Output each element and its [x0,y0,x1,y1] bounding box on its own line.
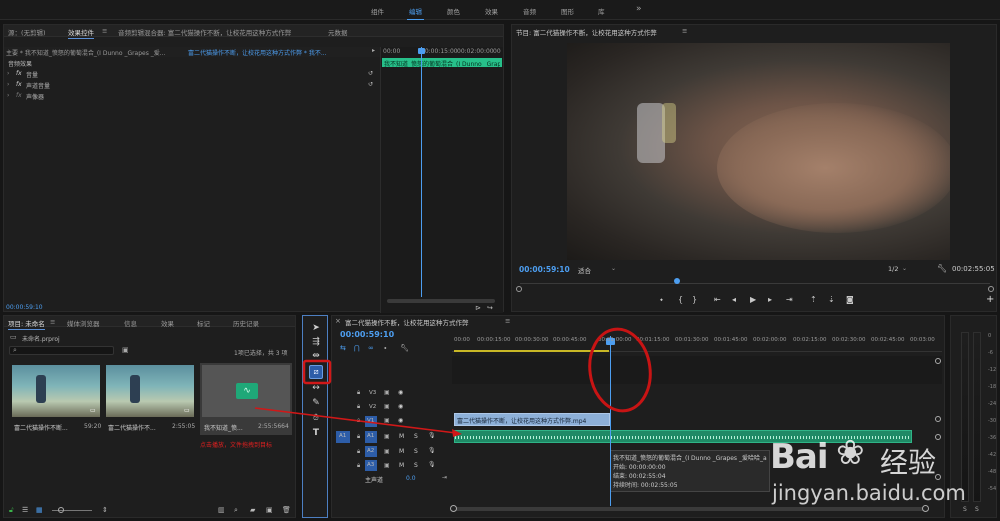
watermark: Bai ❀ 经验 jingyan.baidu.com [770,433,996,517]
drag-arrow [254,407,457,434]
watermark-url: jingyan.baidu.com [772,481,966,505]
watermark-brand: Bai [770,437,829,477]
paw-icon: ❀ [836,433,865,473]
drag-arrowhead [452,429,462,437]
razor-highlight-box [302,359,332,385]
playhead-circle [588,327,652,413]
watermark-tail: 经验 [880,446,937,479]
